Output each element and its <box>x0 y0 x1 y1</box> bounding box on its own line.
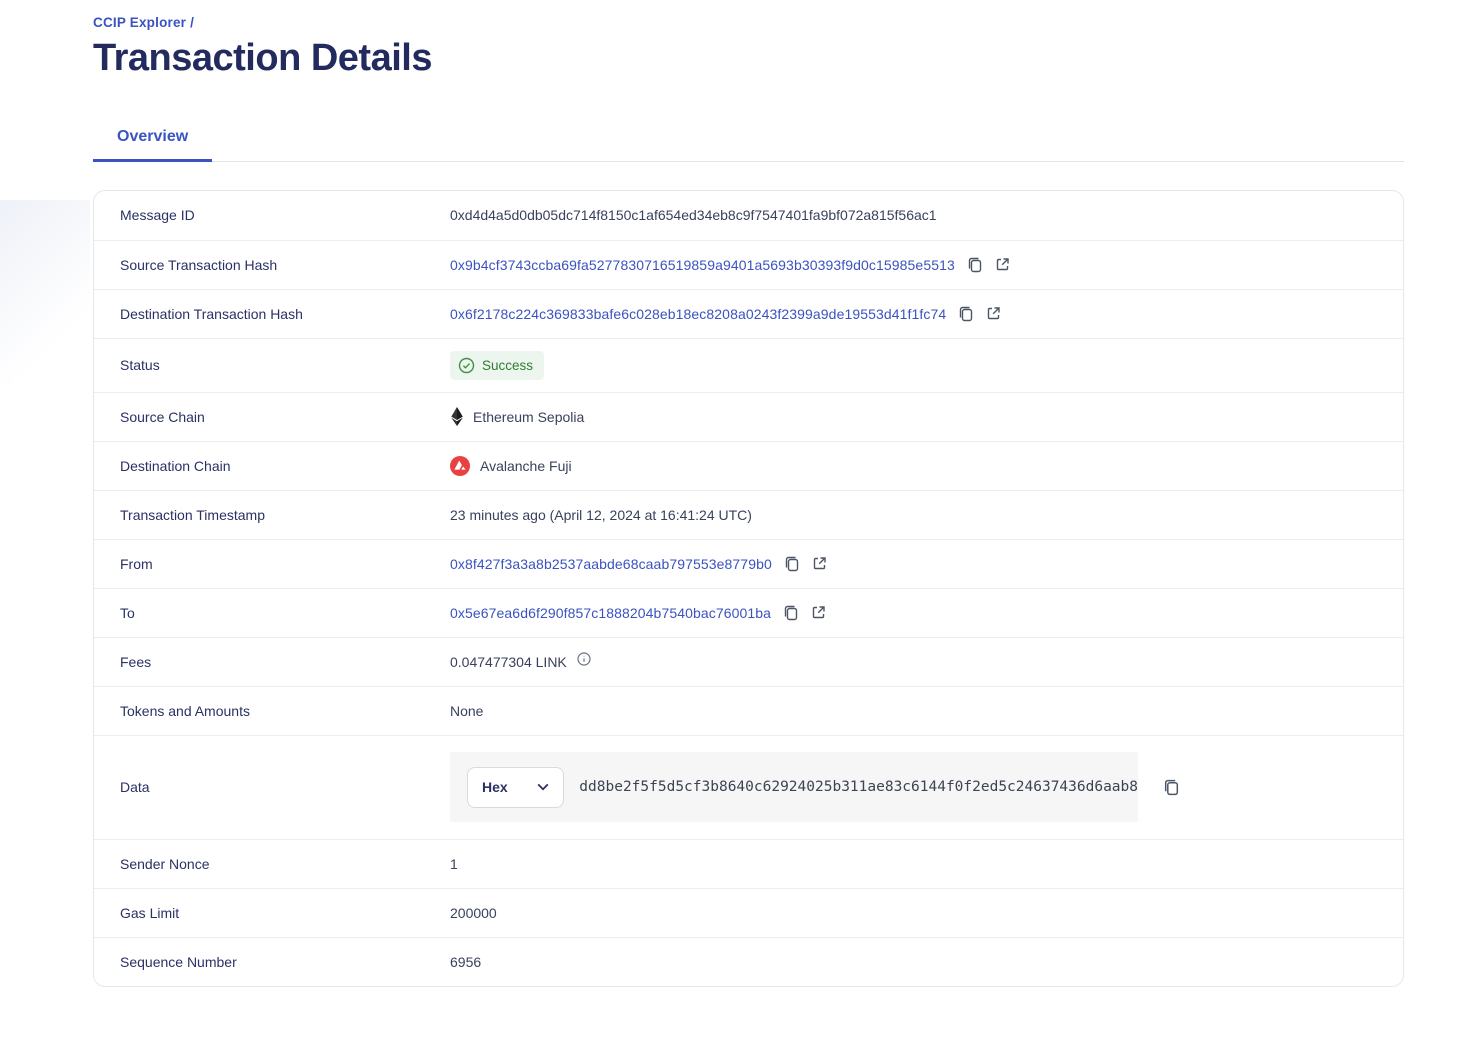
copy-icon[interactable] <box>784 555 800 572</box>
table-row-message-id: Message ID 0xd4d4a5d0db05dc714f8150c1af6… <box>94 191 1403 240</box>
page-title: Transaction Details <box>93 38 1404 80</box>
table-row-from: From 0x8f427f3a3a8b2537aabde68caab797553… <box>94 539 1403 588</box>
to-address-link[interactable]: 0x5e67ea6d6f290f857c1888204b7540bac76001… <box>450 605 771 621</box>
source-chain-value: Ethereum Sepolia <box>473 409 584 425</box>
sequence-number-label: Sequence Number <box>94 954 450 970</box>
table-row-status: Status Success <box>94 338 1403 392</box>
tokens-value: None <box>450 703 483 719</box>
external-link-icon[interactable] <box>811 605 826 620</box>
sender-nonce-value: 1 <box>450 856 458 872</box>
timestamp-value: 23 minutes ago (April 12, 2024 at 16:41:… <box>450 507 752 523</box>
status-badge-text: Success <box>482 358 533 373</box>
message-id-value: 0xd4d4a5d0db05dc714f8150c1af654ed34eb8c9… <box>450 207 937 223</box>
table-row-source-chain: Source Chain Ethereum Sepolia <box>94 392 1403 441</box>
status-badge: Success <box>450 351 544 380</box>
fees-value: 0.047477304 LINK <box>450 654 567 670</box>
external-link-icon[interactable] <box>986 306 1001 321</box>
table-row-tokens: Tokens and Amounts None <box>94 686 1403 735</box>
copy-icon[interactable] <box>967 256 983 273</box>
check-circle-icon <box>458 357 475 374</box>
table-row-fees: Fees 0.047477304 LINK <box>94 637 1403 686</box>
external-link-icon[interactable] <box>812 556 827 571</box>
source-chain-label: Source Chain <box>94 409 450 425</box>
source-tx-hash-link[interactable]: 0x9b4cf3743ccba69fa5277830716519859a9401… <box>450 257 955 273</box>
data-hex-value: dd8be2f5f5d5cf3b8640c62924025b311ae83c61… <box>579 779 1138 795</box>
message-id-label: Message ID <box>94 207 450 223</box>
table-row-timestamp: Transaction Timestamp 23 minutes ago (Ap… <box>94 490 1403 539</box>
table-row-source-tx-hash: Source Transaction Hash 0x9b4cf3743ccba6… <box>94 240 1403 289</box>
dest-tx-hash-label: Destination Transaction Hash <box>94 306 450 322</box>
avalanche-icon <box>450 456 470 476</box>
copy-icon[interactable] <box>958 305 974 322</box>
table-row-sequence-number: Sequence Number 6956 <box>94 937 1403 986</box>
data-panel: Hex dd8be2f5f5d5cf3b8640c62924025b311ae8… <box>450 752 1138 822</box>
from-address-link[interactable]: 0x8f427f3a3a8b2537aabde68caab797553e8779… <box>450 556 772 572</box>
source-tx-hash-label: Source Transaction Hash <box>94 257 450 273</box>
ethereum-icon <box>450 407 463 426</box>
gas-limit-value: 200000 <box>450 905 497 921</box>
external-link-icon[interactable] <box>995 257 1010 272</box>
table-row-gas-limit: Gas Limit 200000 <box>94 888 1403 937</box>
table-row-dest-chain: Destination Chain Avalanche Fuji <box>94 441 1403 490</box>
tokens-label: Tokens and Amounts <box>94 703 450 719</box>
table-row-data: Data Hex dd8be2f5f5d5cf3b8640c62924025b3… <box>94 735 1403 839</box>
sender-nonce-label: Sender Nonce <box>94 856 450 872</box>
main-content: CCIP Explorer / Transaction Details Overv… <box>93 0 1404 987</box>
data-label: Data <box>94 779 450 795</box>
data-format-selected: Hex <box>482 779 508 795</box>
status-label: Status <box>94 357 450 373</box>
breadcrumb: CCIP Explorer / <box>93 0 1404 30</box>
transaction-details-card: Message ID 0xd4d4a5d0db05dc714f8150c1af6… <box>93 190 1404 987</box>
copy-icon[interactable] <box>783 604 799 621</box>
to-label: To <box>94 605 450 621</box>
tab-overview[interactable]: Overview <box>93 128 212 162</box>
from-label: From <box>94 556 450 572</box>
breadcrumb-separator: / <box>190 15 194 30</box>
dest-chain-label: Destination Chain <box>94 458 450 474</box>
tab-bar: Overview <box>93 128 1404 162</box>
gas-limit-label: Gas Limit <box>94 905 450 921</box>
breadcrumb-link-ccip-explorer[interactable]: CCIP Explorer <box>93 15 186 30</box>
info-icon[interactable] <box>577 652 591 666</box>
data-format-select[interactable]: Hex <box>467 767 564 808</box>
fees-label: Fees <box>94 654 450 670</box>
copy-icon[interactable] <box>1163 778 1180 796</box>
table-row-dest-tx-hash: Destination Transaction Hash 0x6f2178c22… <box>94 289 1403 338</box>
table-row-sender-nonce: Sender Nonce 1 <box>94 839 1403 888</box>
table-row-to: To 0x5e67ea6d6f290f857c1888204b7540bac76… <box>94 588 1403 637</box>
dest-tx-hash-link[interactable]: 0x6f2178c224c369833bafe6c028eb18ec8208a0… <box>450 306 946 322</box>
timestamp-label: Transaction Timestamp <box>94 507 450 523</box>
dest-chain-value: Avalanche Fuji <box>480 458 572 474</box>
decorative-gradient <box>0 200 90 385</box>
chevron-down-icon <box>537 783 549 791</box>
sequence-number-value: 6956 <box>450 954 481 970</box>
